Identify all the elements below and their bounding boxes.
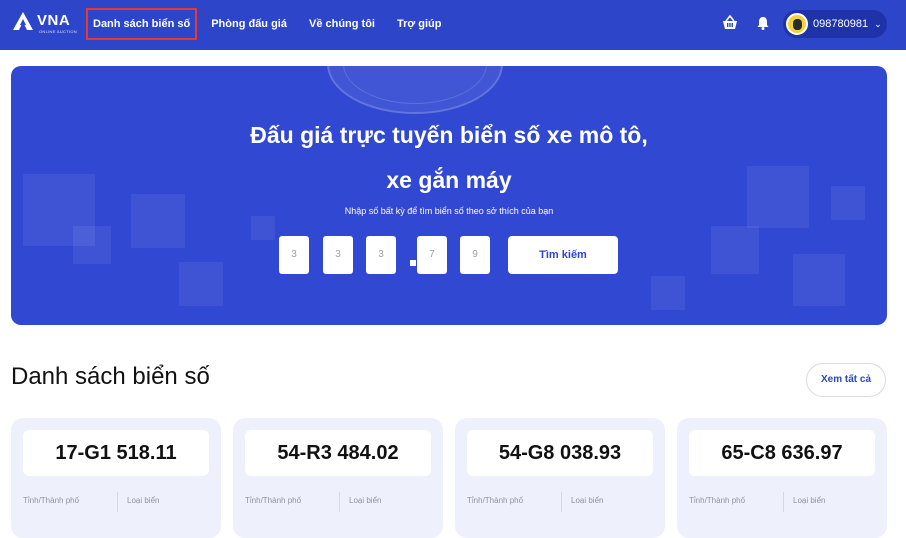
nav-item-plate-list[interactable]: Danh sách biển số bbox=[86, 8, 198, 40]
divider bbox=[339, 492, 340, 512]
plate-separator-dot bbox=[410, 260, 416, 266]
plate-card[interactable]: 54-G8 038.93 Tỉnh/Thành phố Loại biển bbox=[455, 418, 665, 538]
province-label: Tỉnh/Thành phố bbox=[467, 496, 524, 505]
plate-number: 17-G1 518.11 bbox=[23, 430, 209, 476]
decor-square bbox=[73, 226, 111, 264]
plate-card[interactable]: 54-R3 484.02 Tỉnh/Thành phố Loại biển bbox=[233, 418, 443, 538]
decor-square bbox=[711, 226, 759, 274]
brand-tagline: ONLINE AUCTION bbox=[39, 29, 77, 34]
search-button[interactable]: Tìm kiếm bbox=[508, 236, 618, 274]
emblem-watermark bbox=[327, 66, 503, 114]
section-title: Danh sách biển số bbox=[11, 363, 210, 390]
main-nav: Danh sách biển số Phòng đấu giá Về chúng… bbox=[86, 8, 463, 40]
decor-square bbox=[251, 216, 275, 240]
user-menu[interactable]: 098780981 ⌄ bbox=[783, 10, 887, 38]
province-label: Tỉnh/Thành phố bbox=[23, 496, 80, 505]
plate-type-label: Loại biển bbox=[793, 496, 826, 505]
province-label: Tỉnh/Thành phố bbox=[245, 496, 302, 505]
plate-number: 65-C8 636.97 bbox=[689, 430, 875, 476]
decor-square bbox=[793, 254, 845, 306]
divider bbox=[117, 492, 118, 512]
decor-square bbox=[651, 276, 685, 310]
bell-icon[interactable] bbox=[756, 16, 770, 30]
brand-name: VNA bbox=[37, 12, 71, 29]
hero-title-line2: xe gắn máy bbox=[386, 167, 512, 193]
plate-number: 54-R3 484.02 bbox=[245, 430, 431, 476]
top-navigation-bar: VNA ONLINE AUCTION Danh sách biển số Phò… bbox=[0, 0, 906, 50]
hero-subtitle: Nhập số bất kỳ để tìm biển số theo sở th… bbox=[344, 206, 554, 216]
nav-item-help[interactable]: Trợ giúp bbox=[397, 8, 441, 40]
nav-item-auction-room[interactable]: Phòng đấu giá bbox=[211, 8, 287, 40]
logo-icon bbox=[13, 12, 33, 30]
brand-logo[interactable]: VNA ONLINE AUCTION bbox=[12, 11, 77, 34]
chevron-down-icon: ⌄ bbox=[874, 18, 882, 29]
plate-digit-input-5[interactable]: 9 bbox=[460, 236, 490, 274]
plate-type-label: Loại biển bbox=[127, 496, 160, 505]
plate-type-label: Loại biển bbox=[349, 496, 382, 505]
basket-icon[interactable] bbox=[722, 15, 738, 31]
hero-title-line1: Đấu giá trực tuyến biển số xe mô tô, bbox=[250, 122, 648, 148]
plate-number: 54-G8 038.93 bbox=[467, 430, 653, 476]
avatar bbox=[786, 13, 808, 35]
plate-type-label: Loại biển bbox=[571, 496, 604, 505]
plate-digit-input-3[interactable]: 3 bbox=[366, 236, 396, 274]
plate-card[interactable]: 65-C8 636.97 Tỉnh/Thành phố Loại biển bbox=[677, 418, 887, 538]
decor-square bbox=[179, 262, 223, 306]
nav-item-about[interactable]: Về chúng tôi bbox=[309, 8, 375, 40]
decor-square bbox=[131, 194, 185, 248]
plate-digit-input-4[interactable]: 7 bbox=[417, 236, 447, 274]
plate-digit-input-1[interactable]: 3 bbox=[279, 236, 309, 274]
divider bbox=[561, 492, 562, 512]
see-all-button[interactable]: Xem tất cả bbox=[806, 363, 886, 397]
user-phone: 098780981 bbox=[813, 18, 869, 30]
hero-banner: Đấu giá trực tuyến biển số xe mô tô, xe … bbox=[11, 66, 887, 325]
divider bbox=[783, 492, 784, 512]
plate-card[interactable]: 17-G1 518.11 Tỉnh/Thành phố Loại biển bbox=[11, 418, 221, 538]
province-label: Tỉnh/Thành phố bbox=[689, 496, 746, 505]
plate-digit-input-2[interactable]: 3 bbox=[323, 236, 353, 274]
